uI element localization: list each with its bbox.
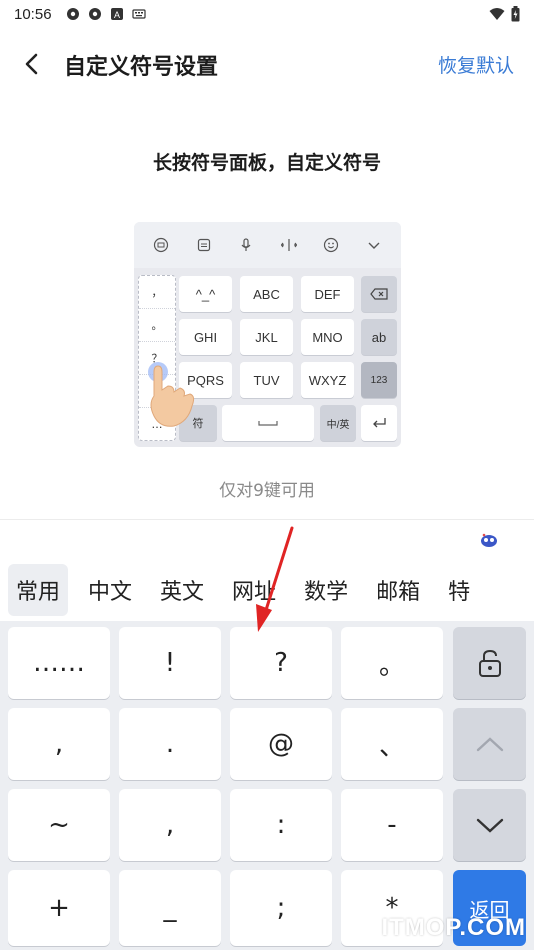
symbol-key[interactable]: 、 [341,708,443,780]
symbol-key[interactable]: ? [230,627,332,699]
emoji-keyboard-icon [154,237,169,253]
tab-common[interactable]: 常用 [8,564,69,616]
battery-icon [511,6,520,22]
page-down-button[interactable] [453,789,526,861]
settings-gear-icon [88,8,101,20]
svg-text:A: A [114,10,120,20]
enter-icon [373,418,386,428]
lock-button[interactable] [453,627,526,699]
symbol-key[interactable]: ! [119,627,221,699]
preview-key: ab [361,319,397,355]
symbol-key[interactable]: 。 [341,627,443,699]
preview-key: ^_^ [179,276,232,312]
tab-url[interactable]: 网址 [224,564,284,616]
tab-special[interactable]: 特 [440,564,478,616]
microphone-icon [241,238,251,251]
tab-math[interactable]: 数学 [296,564,356,616]
preview-enter-key [361,405,397,441]
symbol-key[interactable]: ; [230,870,332,946]
preview-key: WXYZ [301,362,354,398]
preview-symbol: ， [139,276,175,309]
backspace-icon [370,288,388,300]
preview-key: TUV [240,362,293,398]
symbol-key[interactable]: _ [119,870,221,946]
preview-key: 中/英 [320,405,356,441]
preview-caption: 仅对9键可用 [219,481,315,501]
tab-chinese[interactable]: 中文 [80,564,140,616]
symbol-key[interactable]: …… [8,627,110,699]
restore-default-button[interactable]: 恢复默认 [438,51,514,78]
page-title: 自定义符号设置 [64,55,219,80]
status-right [489,6,520,22]
preview-key: DEF [301,276,354,312]
preview-key: 123 [361,362,397,398]
smiley-icon [324,237,339,253]
page-up-button[interactable] [453,708,526,780]
tab-email[interactable]: 邮箱 [368,564,428,616]
keyboard-logo-icon[interactable] [478,532,500,548]
tab-english[interactable]: 英文 [152,564,212,616]
symbol-key[interactable]: , [8,708,110,780]
symbol-key[interactable]: : [230,789,332,861]
unlock-icon [478,649,501,677]
symbol-category-tabs: 常用 中文 英文 网址 数学 邮箱 特 [0,559,534,621]
preview-toolbar [134,222,401,268]
status-time: 10:56 [14,5,52,23]
wifi-icon [489,8,505,20]
preview-backspace-key [361,276,397,312]
symbol-key[interactable]: ~ [8,789,110,861]
app-header: 自定义符号设置 恢复默认 [0,36,534,92]
chevron-down-icon [368,242,380,249]
instruction-text: 长按符号面板，自定义符号 [152,152,381,174]
space-bar-icon [258,421,278,426]
keyboard-icon [131,9,146,19]
chevron-left-icon[interactable] [18,50,46,78]
a-badge-icon: A [110,8,123,20]
watermark-logo: ITMOP.COM [381,914,526,941]
chevron-up-icon [476,737,503,752]
preview-space-key [222,405,314,441]
symbol-key[interactable]: , [119,789,221,861]
symbol-key[interactable]: . [119,708,221,780]
preview-key: GHI [179,319,232,355]
chevron-down-icon [476,818,503,833]
settings-gear-icon [66,8,79,20]
preview-key: ABC [240,276,293,312]
keyboard-preview-image: ， 。 ？ … ^_^ ABC DEF GHI JKL MNO ab PQRS … [134,222,401,447]
status-bar: 10:56 A [0,0,534,28]
clipboard-icon [197,238,210,252]
cursor-move-icon [280,239,297,251]
preview-key: MNO [301,319,354,355]
preview-key: JKL [240,319,293,355]
symbol-key[interactable]: - [341,789,443,861]
preview-symbol: 。 [139,309,175,342]
symbol-keyboard: …… ! ? 。 , . @ 、 ~ , : - + _ ; * 返回 [0,621,534,950]
tap-hand-icon [148,362,195,427]
symbol-key[interactable]: @ [230,708,332,780]
symbol-key[interactable]: + [8,870,110,946]
keyboard-topbar [0,519,534,559]
